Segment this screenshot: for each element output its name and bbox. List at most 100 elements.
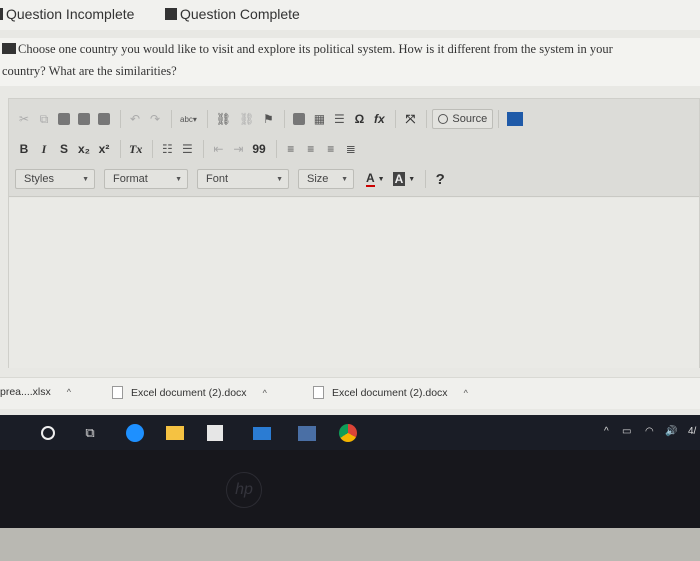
store-icon[interactable]	[205, 423, 225, 443]
chevron-up-icon[interactable]: ^	[464, 388, 468, 398]
toolbar-separator	[284, 110, 286, 128]
tray-chevron-up-icon[interactable]: ^	[604, 426, 609, 437]
chevron-down-icon: ▼	[82, 175, 89, 183]
unlink-icon[interactable]: ⛓	[236, 109, 257, 129]
legend-incomplete: Question Incomplete	[0, 6, 134, 22]
anchor-flag-icon[interactable]: ⚑	[259, 109, 277, 129]
browser-downloads-bar: prea....xlsx ^ Excel document (2).docx ^…	[0, 377, 700, 409]
search-circle-icon[interactable]	[38, 423, 58, 443]
blockquote-button[interactable]: 99	[249, 139, 268, 159]
download-file-name: prea....xlsx	[0, 386, 51, 398]
text-color-button[interactable]: A ▼	[363, 169, 388, 189]
numbered-list-icon[interactable]: ☷	[158, 139, 176, 159]
redo-icon[interactable]: ↷	[146, 109, 164, 129]
question-prompt: Choose one country you would like to vis…	[0, 38, 700, 86]
source-button[interactable]: Source	[432, 109, 494, 129]
legend-complete: Question Complete	[165, 6, 300, 22]
subscript-button[interactable]: x₂	[75, 139, 93, 159]
incomplete-square-icon	[0, 8, 3, 20]
align-justify-icon[interactable]: ≣	[342, 139, 360, 159]
cut-icon[interactable]: ✂	[15, 109, 33, 129]
size-dropdown[interactable]: Size ▼	[298, 169, 354, 189]
file-explorer-icon[interactable]	[165, 423, 185, 443]
toolbar-row-2: B I S x₂ x² Tx ☷ ☰ ⇤ ⇥ 99 ≡ ≡ ≡ ≣	[15, 137, 362, 161]
superscript-button[interactable]: x²	[95, 139, 113, 159]
file-icon	[112, 386, 123, 399]
photos-icon[interactable]	[297, 423, 317, 443]
toolbar-separator	[152, 140, 154, 158]
question-text-2: country? What are the similarities?	[2, 64, 177, 78]
paste-text-icon[interactable]	[75, 109, 93, 129]
align-center-icon[interactable]: ≡	[302, 139, 320, 159]
bulleted-list-icon[interactable]: ☰	[178, 139, 196, 159]
styles-dropdown[interactable]: Styles ▼	[15, 169, 95, 189]
download-file-name: Excel document (2).docx	[332, 386, 448, 399]
paste-word-icon[interactable]	[95, 109, 113, 129]
mail-icon[interactable]	[252, 423, 272, 443]
font-dropdown-label: Font	[206, 173, 229, 185]
chevron-up-icon[interactable]: ^	[67, 387, 71, 397]
increase-indent-icon[interactable]: ⇥	[229, 139, 247, 159]
legend-complete-label: Question Complete	[180, 6, 300, 22]
text-color-label: A	[366, 171, 375, 187]
clear-formatting-button[interactable]: Tx	[126, 139, 145, 159]
undo-icon[interactable]: ↶	[126, 109, 144, 129]
background-color-button[interactable]: A ▼	[390, 169, 419, 189]
toolbar-separator	[425, 170, 427, 188]
source-doc-icon	[438, 114, 449, 124]
answer-text-area[interactable]	[9, 198, 699, 368]
volume-icon[interactable]: 🔊	[665, 426, 677, 437]
wifi-icon[interactable]: ◠	[645, 426, 654, 437]
font-dropdown[interactable]: Font ▼	[197, 169, 289, 189]
toolbar-row-3: Styles ▼ Format ▼ Font ▼ Size ▼ A ▼ A ▼	[15, 167, 451, 191]
chevron-down-icon: ▼	[341, 175, 348, 183]
chevron-up-icon[interactable]: ^	[263, 388, 267, 398]
legend-incomplete-label: Question Incomplete	[6, 6, 135, 22]
tray-clock[interactable]: 4/	[688, 426, 696, 437]
task-view-icon[interactable]: ⧉	[80, 423, 100, 443]
horizontal-line-icon[interactable]: ☰	[330, 109, 348, 129]
edge-browser-icon[interactable]	[125, 423, 145, 443]
question-text-1: Choose one country you would like to vis…	[18, 42, 613, 56]
background-color-label: A	[392, 172, 406, 186]
paste-icon[interactable]	[55, 109, 73, 129]
copy-icon[interactable]: ⧉	[35, 109, 53, 129]
toolbar-separator	[395, 110, 397, 128]
question-line-1: Choose one country you would like to vis…	[2, 38, 700, 60]
bold-button[interactable]: B	[15, 139, 33, 159]
equation-editor-icon[interactable]	[504, 109, 526, 129]
toolbar-separator	[120, 110, 121, 128]
toolbar-row-1: ✂ ⧉ ↶ ↷ abc▾ ⛓ ⛓ ⚑ ▦ ☰ Ω fx ⤧ Source	[15, 107, 528, 131]
toolbar-separator	[426, 110, 428, 128]
battery-icon[interactable]: ▭	[622, 426, 631, 437]
help-button[interactable]: ?	[431, 169, 449, 189]
align-left-icon[interactable]: ≡	[282, 139, 300, 159]
complete-square-icon	[165, 8, 177, 20]
formula-fx-icon[interactable]: fx	[370, 109, 388, 129]
toolbar-separator	[203, 140, 205, 158]
hp-logo: hp	[226, 472, 262, 508]
link-icon[interactable]: ⛓	[213, 109, 234, 129]
download-item[interactable]: Excel document (2).docx ^	[313, 386, 468, 399]
italic-button[interactable]: I	[35, 139, 53, 159]
decrease-indent-icon[interactable]: ⇤	[209, 139, 227, 159]
special-char-omega-icon[interactable]: Ω	[350, 109, 368, 129]
file-icon	[313, 386, 324, 399]
download-item[interactable]: Excel document (2).docx ^	[112, 386, 267, 399]
toolbar-separator	[171, 110, 172, 128]
size-dropdown-label: Size	[307, 173, 329, 185]
maximize-icon[interactable]: ⤧	[401, 109, 419, 129]
download-item[interactable]: prea....xlsx ^	[0, 386, 71, 398]
align-right-icon[interactable]: ≡	[322, 139, 340, 159]
format-dropdown[interactable]: Format ▼	[104, 169, 188, 189]
source-button-label: Source	[452, 113, 488, 125]
strikethrough-button[interactable]: S	[55, 139, 73, 159]
windows-taskbar: ⧉ ^ ▭ ◠ 🔊 4/	[0, 415, 700, 450]
laptop-bezel: hp	[0, 450, 700, 528]
editor-toolbar: ✂ ⧉ ↶ ↷ abc▾ ⛓ ⛓ ⚑ ▦ ☰ Ω fx ⤧ Source B I…	[9, 99, 699, 197]
table-icon[interactable]: ▦	[310, 109, 328, 129]
spellcheck-icon[interactable]: abc▾	[177, 109, 200, 129]
question-status-legend: Question Incomplete Question Complete	[0, 0, 700, 30]
chrome-browser-icon[interactable]	[338, 423, 358, 443]
image-icon[interactable]	[290, 109, 308, 129]
